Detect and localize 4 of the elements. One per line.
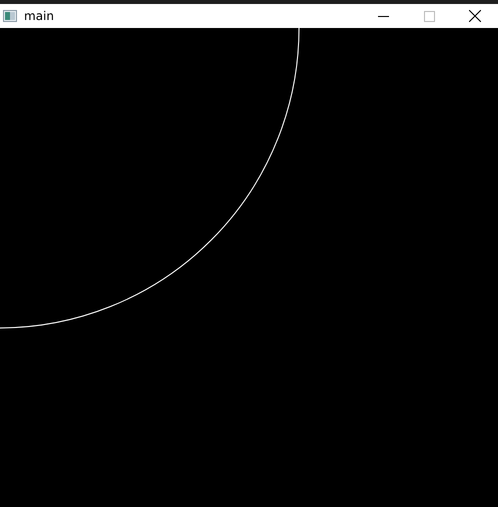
maximize-icon (424, 10, 434, 22)
window-icon (3, 10, 17, 22)
window-title: main (24, 9, 54, 23)
close-icon (469, 10, 481, 22)
